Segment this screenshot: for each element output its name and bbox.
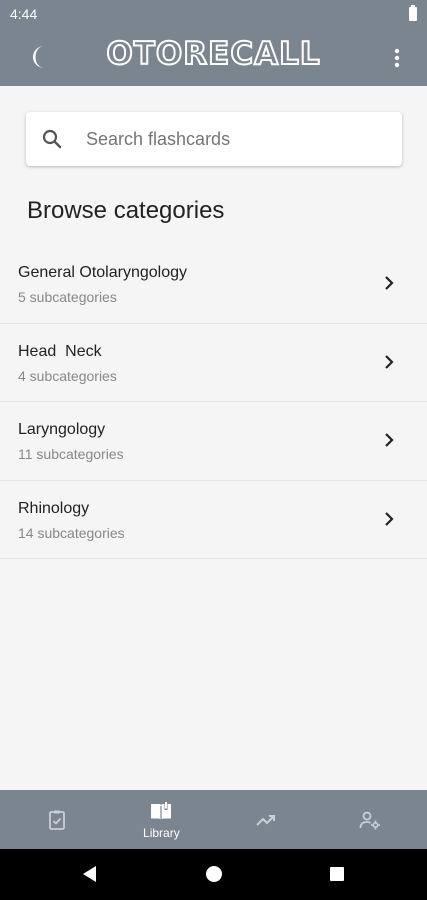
category-name: Head Neck — [18, 342, 102, 360]
search-box[interactable] — [26, 112, 402, 166]
search-icon — [42, 129, 62, 149]
nav-item-progress[interactable] — [213, 790, 320, 849]
category-name: Rhinology — [18, 499, 90, 517]
book-open-icon — [151, 801, 172, 820]
section-title: Browse categories — [27, 197, 225, 224]
bottom-nav: Library — [0, 790, 427, 849]
category-subcount: 4 subcategories — [18, 367, 117, 384]
recents-icon[interactable] — [327, 864, 347, 884]
chevron-right-icon — [385, 433, 394, 447]
category-item-laryngology[interactable]: Laryngology 11 subcategories — [0, 402, 427, 481]
category-item-general-otolaryngology[interactable]: General Otolaryngology 5 subcategories — [0, 245, 427, 324]
app-title: OTORECALL — [105, 35, 321, 73]
chevron-right-icon — [385, 511, 394, 526]
category-item-rhinology[interactable]: Rhinology 14 subcategories — [0, 481, 427, 559]
chevron-right-icon — [385, 354, 394, 369]
nav-item-tasks[interactable] — [4, 790, 111, 849]
search-input[interactable] — [86, 112, 386, 166]
category-subcount: 11 subcategories — [18, 446, 124, 462]
status-time: 4:44 — [10, 6, 38, 22]
status-bar: 4:44 — [0, 0, 427, 28]
nav-label-library: Library — [143, 825, 180, 840]
trending-up-icon — [256, 814, 276, 826]
category-item-head-neck[interactable]: Head Neck 4 subcategories — [0, 324, 427, 402]
category-subcount: 14 subcategories — [18, 524, 125, 541]
nav-item-library[interactable]: Library — [108, 790, 215, 849]
battery-icon — [409, 5, 417, 21]
home-icon[interactable] — [204, 864, 224, 884]
clipboard-check-icon — [49, 810, 66, 830]
category-list: General Otolaryngology 5 subcategories H… — [0, 245, 427, 559]
more-options-icon[interactable] — [385, 46, 409, 70]
nav-item-account-settings[interactable] — [317, 790, 424, 849]
back-icon[interactable] — [80, 864, 100, 884]
chevron-right-icon — [385, 276, 394, 290]
app-bar: OTORECALL — [0, 28, 427, 86]
user-settings-icon — [359, 811, 381, 829]
system-navigation-bar — [0, 849, 427, 900]
category-name: General Otolaryngology — [18, 264, 187, 281]
category-subcount: 5 subcategories — [18, 289, 117, 305]
category-name: Laryngology — [18, 421, 106, 438]
